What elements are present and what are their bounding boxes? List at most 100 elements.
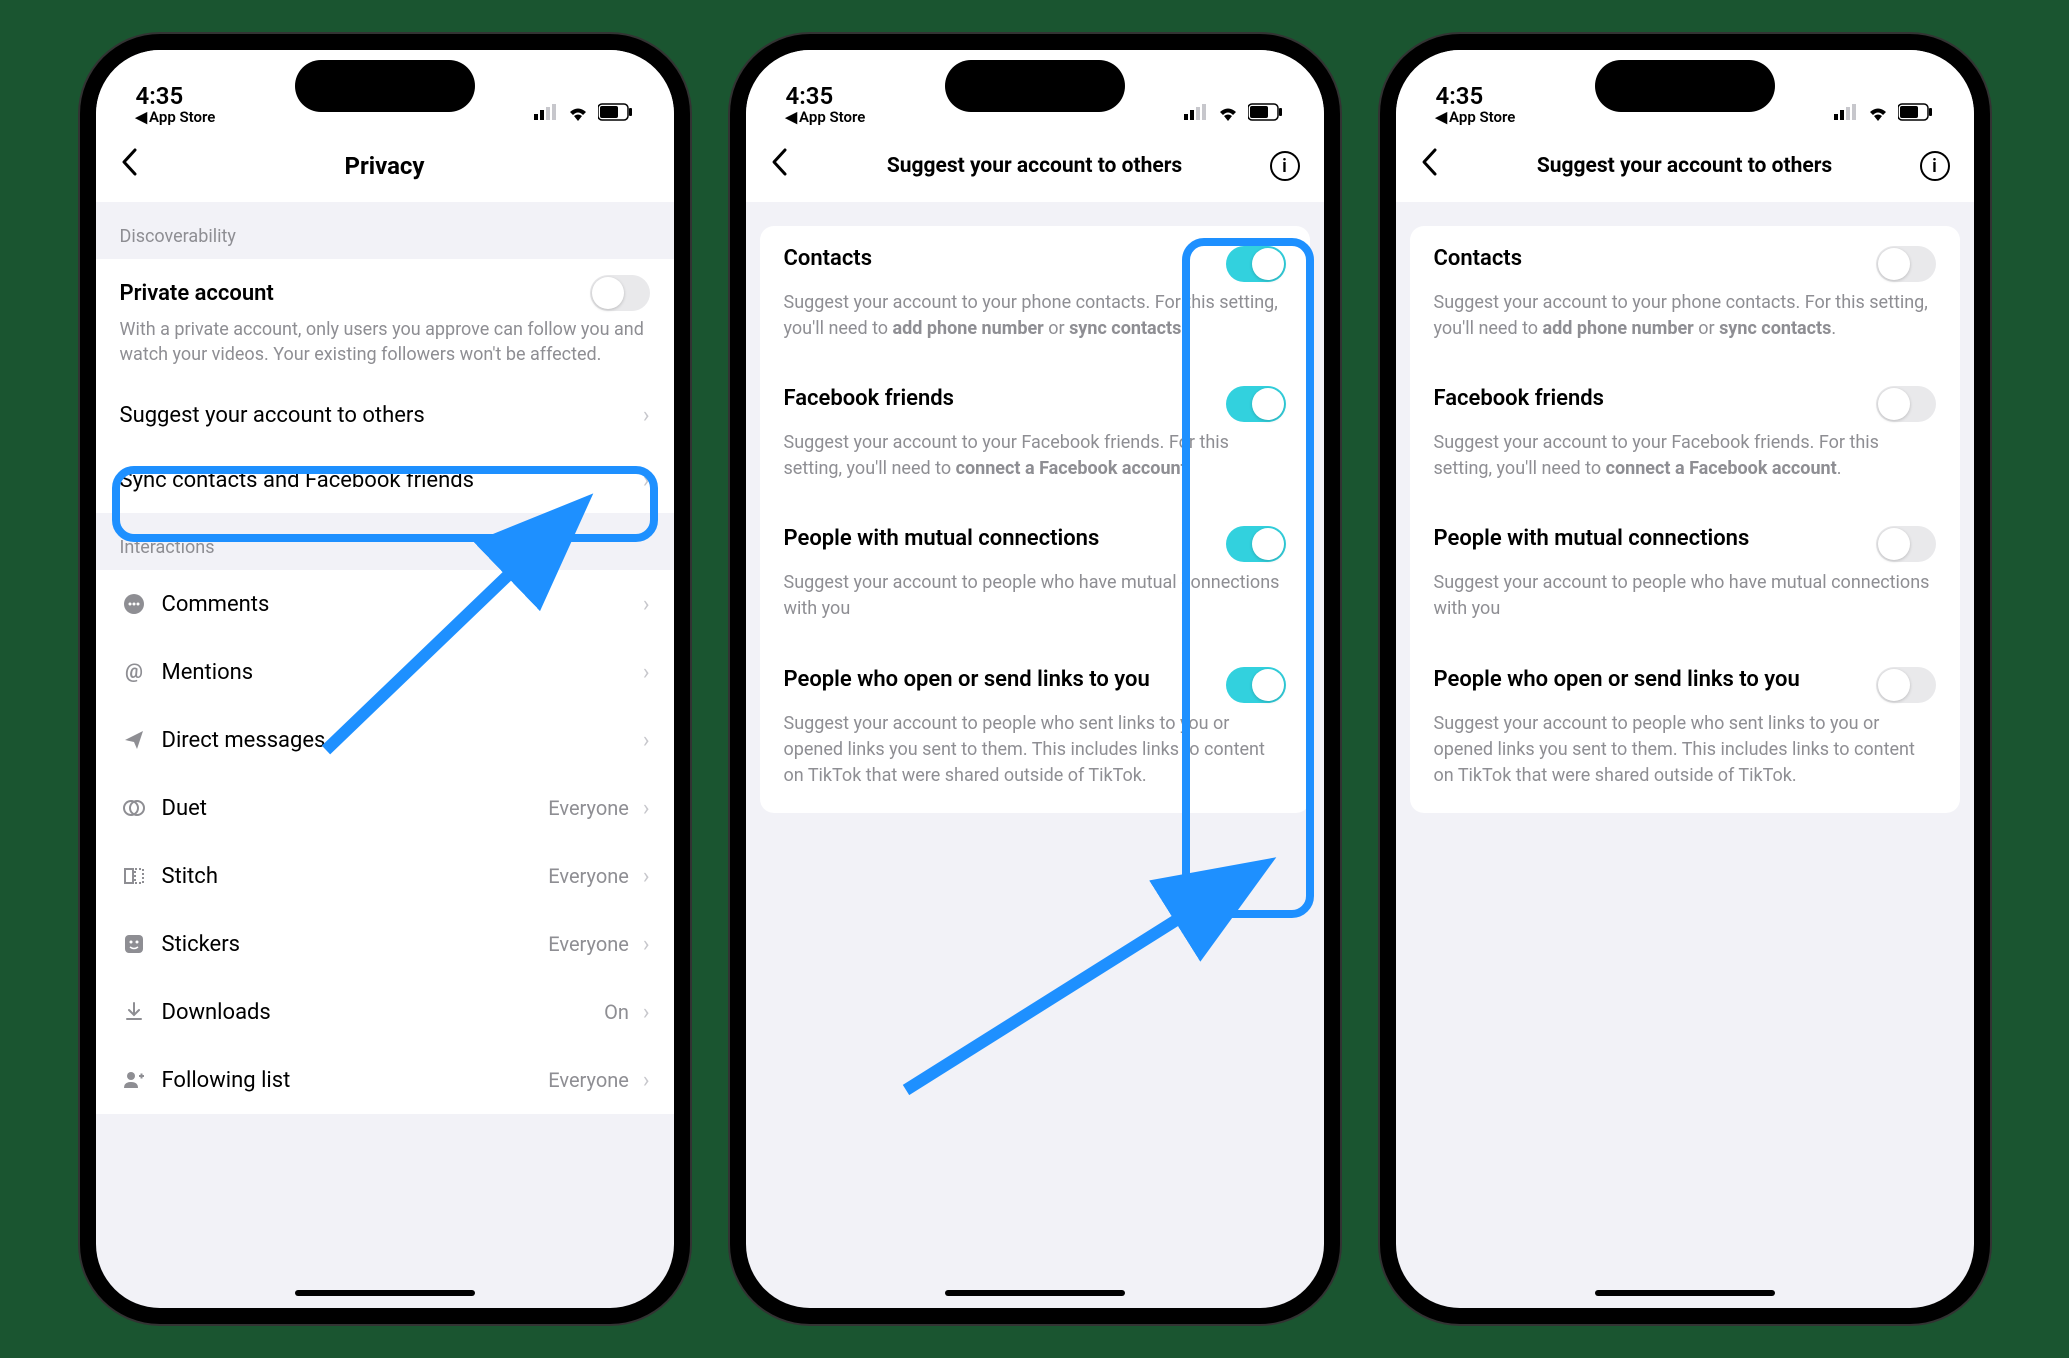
battery-icon bbox=[1248, 103, 1284, 126]
phone-1: 4:35 ◀ App Store Privacy Disc bbox=[80, 34, 690, 1324]
wifi-icon bbox=[1866, 103, 1890, 126]
chevron-right-icon: › bbox=[643, 403, 650, 428]
dynamic-island bbox=[945, 60, 1125, 112]
status-back-to-app[interactable]: ◀ App Store bbox=[786, 108, 866, 126]
stickers-row[interactable]: Stickers Everyone› bbox=[96, 910, 674, 978]
contacts-title: Contacts bbox=[784, 246, 873, 271]
battery-icon bbox=[1898, 103, 1934, 126]
back-button[interactable] bbox=[770, 147, 788, 185]
links-setting: People who open or send links to you Sug… bbox=[760, 647, 1310, 813]
links-setting: People who open or send links to you Sug… bbox=[1410, 647, 1960, 813]
back-button[interactable] bbox=[1420, 147, 1438, 185]
info-button[interactable]: i bbox=[1920, 151, 1950, 181]
chevron-right-icon: › bbox=[643, 1068, 650, 1093]
signal-icon bbox=[1184, 104, 1208, 125]
links-desc: Suggest your account to people who sent … bbox=[1434, 711, 1936, 789]
dynamic-island bbox=[1595, 60, 1775, 112]
home-indicator[interactable] bbox=[1595, 1290, 1775, 1296]
chevron-right-icon: › bbox=[643, 660, 650, 685]
following-list-row[interactable]: Following list Everyone› bbox=[96, 1046, 674, 1114]
signal-icon bbox=[534, 104, 558, 125]
phone-2: 4:35 ◀ App Store Suggest your account to… bbox=[730, 34, 1340, 1324]
nav-bar: Suggest your account to others i bbox=[746, 130, 1324, 202]
duet-row[interactable]: Duet Everyone› bbox=[96, 774, 674, 842]
mutual-toggle[interactable] bbox=[1226, 526, 1286, 562]
comments-row[interactable]: Comments › bbox=[96, 570, 674, 638]
stitch-row[interactable]: Stitch Everyone› bbox=[96, 842, 674, 910]
info-button[interactable]: i bbox=[1270, 151, 1300, 181]
chevron-right-icon: › bbox=[643, 864, 650, 889]
private-account-toggle[interactable] bbox=[590, 275, 650, 311]
links-title: People who open or send links to you bbox=[1434, 667, 1800, 692]
comments-icon bbox=[120, 590, 148, 618]
contacts-toggle[interactable] bbox=[1876, 246, 1936, 282]
direct-messages-row[interactable]: Direct messages › bbox=[96, 706, 674, 774]
mutual-desc: Suggest your account to people who have … bbox=[1434, 570, 1936, 622]
mutual-toggle[interactable] bbox=[1876, 526, 1936, 562]
contacts-title: Contacts bbox=[1434, 246, 1523, 271]
wifi-icon bbox=[1216, 103, 1240, 126]
status-back-to-app[interactable]: ◀ App Store bbox=[136, 108, 216, 126]
home-indicator[interactable] bbox=[295, 1290, 475, 1296]
facebook-desc: Suggest your account to your Facebook fr… bbox=[1434, 430, 1936, 482]
contacts-desc: Suggest your account to your phone conta… bbox=[784, 290, 1286, 342]
phone-3: 4:35 ◀ App Store Suggest your account to… bbox=[1380, 34, 1990, 1324]
mutual-setting: People with mutual connections Suggest y… bbox=[760, 506, 1310, 646]
chevron-right-icon: › bbox=[643, 1000, 650, 1025]
chevron-right-icon: › bbox=[643, 592, 650, 617]
mentions-icon: @ bbox=[120, 658, 148, 686]
links-desc: Suggest your account to people who sent … bbox=[784, 711, 1286, 789]
mutual-title: People with mutual connections bbox=[784, 526, 1100, 551]
contacts-desc: Suggest your account to your phone conta… bbox=[1434, 290, 1936, 342]
mentions-row[interactable]: @Mentions › bbox=[96, 638, 674, 706]
chevron-right-icon: › bbox=[643, 728, 650, 753]
following-icon bbox=[120, 1066, 148, 1094]
facebook-toggle[interactable] bbox=[1226, 386, 1286, 422]
facebook-title: Facebook friends bbox=[1434, 386, 1605, 411]
nav-bar: Suggest your account to others i bbox=[1396, 130, 1974, 202]
sync-contacts-label: Sync contacts and Facebook friends bbox=[120, 468, 475, 493]
stickers-icon bbox=[120, 930, 148, 958]
page-title: Suggest your account to others bbox=[887, 154, 1182, 178]
status-time: 4:35 bbox=[786, 82, 866, 110]
mutual-desc: Suggest your account to people who have … bbox=[784, 570, 1286, 622]
chevron-right-icon: › bbox=[643, 932, 650, 957]
status-time: 4:35 bbox=[1436, 82, 1516, 110]
chevron-right-icon: › bbox=[643, 468, 650, 493]
facebook-desc: Suggest your account to your Facebook fr… bbox=[784, 430, 1286, 482]
page-title: Privacy bbox=[344, 152, 424, 180]
annotation-arrow bbox=[886, 830, 1306, 1110]
page-title: Suggest your account to others bbox=[1537, 154, 1832, 178]
private-account-desc: With a private account, only users you a… bbox=[120, 317, 650, 367]
chevron-right-icon: › bbox=[643, 796, 650, 821]
svg-text:@: @ bbox=[125, 660, 143, 683]
status-back-to-app[interactable]: ◀ App Store bbox=[1436, 108, 1516, 126]
section-discoverability: Discoverability bbox=[96, 202, 674, 259]
facebook-setting: Facebook friends Suggest your account to… bbox=[1410, 366, 1960, 506]
section-interactions: Interactions bbox=[96, 513, 674, 570]
facebook-setting: Facebook friends Suggest your account to… bbox=[760, 366, 1310, 506]
duet-icon bbox=[120, 794, 148, 822]
battery-icon bbox=[598, 103, 634, 126]
facebook-toggle[interactable] bbox=[1876, 386, 1936, 422]
private-account-label: Private account bbox=[120, 281, 274, 306]
back-button[interactable] bbox=[120, 147, 138, 185]
nav-bar: Privacy bbox=[96, 130, 674, 202]
download-icon bbox=[120, 998, 148, 1026]
home-indicator[interactable] bbox=[945, 1290, 1125, 1296]
contacts-toggle[interactable] bbox=[1226, 246, 1286, 282]
suggest-account-label: Suggest your account to others bbox=[120, 403, 425, 428]
private-account-row[interactable]: Private account With a private account, … bbox=[96, 259, 674, 383]
stitch-icon bbox=[120, 862, 148, 890]
wifi-icon bbox=[566, 103, 590, 126]
sync-contacts-row[interactable]: Sync contacts and Facebook friends › bbox=[96, 448, 674, 513]
downloads-row[interactable]: Downloads On› bbox=[96, 978, 674, 1046]
mutual-title: People with mutual connections bbox=[1434, 526, 1750, 551]
links-toggle[interactable] bbox=[1226, 667, 1286, 703]
mutual-setting: People with mutual connections Suggest y… bbox=[1410, 506, 1960, 646]
send-icon bbox=[120, 726, 148, 754]
dynamic-island bbox=[295, 60, 475, 112]
contacts-setting: Contacts Suggest your account to your ph… bbox=[1410, 226, 1960, 366]
links-toggle[interactable] bbox=[1876, 667, 1936, 703]
suggest-account-row[interactable]: Suggest your account to others › bbox=[96, 383, 674, 448]
